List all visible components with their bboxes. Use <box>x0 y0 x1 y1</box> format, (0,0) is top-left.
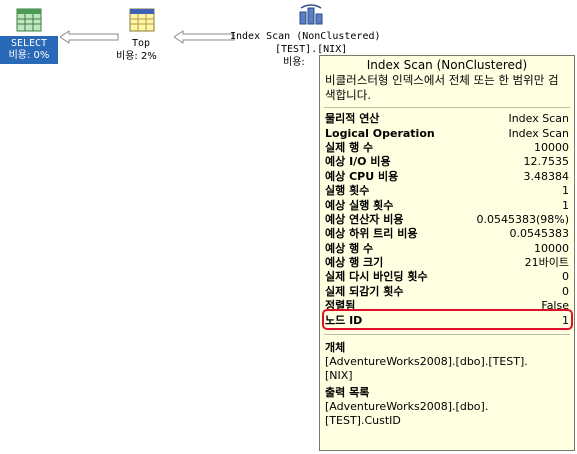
property-row: 실제 되감기 횟수 0 <box>320 285 574 299</box>
property-row: 예상 행 수 10000 <box>320 242 574 256</box>
property-value: 0.0545383 <box>509 227 570 241</box>
property-label: 예상 하위 트리 비용 <box>325 227 418 241</box>
select-node[interactable]: SELECT 비용: 0% <box>0 0 58 64</box>
property-label: 예상 행 수 <box>325 241 374 255</box>
object-line: [AdventureWorks2008].[dbo].[TEST]. <box>325 354 528 368</box>
property-value: 10000 <box>534 140 569 154</box>
tooltip-divider <box>324 333 570 335</box>
flow-arrow-scan-to-top <box>174 30 235 44</box>
property-value: 21바이트 <box>524 256 569 270</box>
output-list-heading: 출력 목록 <box>325 385 370 399</box>
property-row: 실제 다시 바인딩 횟수 0 <box>320 270 574 284</box>
top-node[interactable]: Top 비용: 2% <box>112 0 172 64</box>
tooltip-divider <box>324 107 570 108</box>
tooltip-title: Index Scan (NonClustered) <box>366 58 528 72</box>
object-line: [NIX] <box>325 369 353 383</box>
select-operator-icon <box>16 8 42 32</box>
property-row: 예상 행 크기 21바이트 <box>320 256 574 270</box>
select-node-name: SELECT <box>10 38 48 49</box>
top-operator-icon <box>129 8 155 32</box>
index-scan-name: Index Scan (NonClustered) <box>230 31 381 42</box>
property-label: 예상 연산자 비용 <box>325 212 404 226</box>
property-value: 12.7535 <box>523 155 570 169</box>
property-row: Logical Operation Index Scan <box>320 126 574 140</box>
property-label: 실제 되감기 횟수 <box>325 284 404 298</box>
property-row: 예상 실행 횟수 1 <box>320 198 574 212</box>
ordered-row-highlight <box>322 309 573 330</box>
flow-arrow-top-to-select <box>60 30 119 44</box>
output-list-line: [AdventureWorks2008].[dbo]. <box>325 399 489 413</box>
select-node-label: SELECT 비용: 0% <box>0 36 58 64</box>
property-row: 예상 하위 트리 비용 0.0545383 <box>320 227 574 241</box>
property-value: Index Scan <box>508 112 569 126</box>
property-value: Index Scan <box>508 126 569 140</box>
operator-tooltip: Index Scan (NonClustered) 비클러스터형 인덱스에서 전… <box>319 55 575 451</box>
output-list-line: [TEST].CustID <box>325 414 401 428</box>
property-row: 실제 행 수 10000 <box>320 141 574 155</box>
property-value: 1 <box>562 198 569 212</box>
property-value: 0.0545383(98%) <box>476 212 569 226</box>
tooltip-properties: 물리적 연산 Index Scan Logical Operation Index S… <box>320 112 574 328</box>
property-row: 예상 I/O 비용 12.7535 <box>320 155 574 169</box>
property-label: 실행 횟수 <box>325 184 370 198</box>
tooltip-description: 비클러스터형 인덱스에서 전체 또는 한 범위만 검색합니다. <box>325 73 559 102</box>
top-node-name: Top <box>132 38 151 49</box>
object-heading: 개체 <box>325 340 346 354</box>
property-value: 10000 <box>534 241 569 255</box>
top-node-cost: 비용: 2% <box>116 51 157 62</box>
property-label: Logical Operation <box>325 126 435 140</box>
property-label: 예상 CPU 비용 <box>325 169 399 183</box>
property-row: 실행 횟수 1 <box>320 184 574 198</box>
select-node-cost: 비용: 0% <box>8 50 50 61</box>
property-label: 예상 실행 횟수 <box>325 198 394 212</box>
property-row: 물리적 연산 Index Scan <box>320 112 574 126</box>
index-scan-cost: 비용: <box>283 57 305 68</box>
property-label: 실제 다시 바인딩 횟수 <box>325 270 428 284</box>
index-scan-icon <box>299 4 323 25</box>
property-label: 물리적 연산 <box>325 112 380 126</box>
property-value: 1 <box>562 184 569 198</box>
property-value: 0 <box>562 284 569 298</box>
property-label: 예상 행 크기 <box>325 256 384 270</box>
property-label: 예상 I/O 비용 <box>325 155 391 169</box>
property-value: 0 <box>562 270 569 284</box>
property-row: 예상 CPU 비용 3.48384 <box>320 170 574 184</box>
property-value: 3.48384 <box>523 169 570 183</box>
property-row: 예상 연산자 비용 0.0545383(98%) <box>320 213 574 227</box>
property-label: 실제 행 수 <box>325 140 374 154</box>
